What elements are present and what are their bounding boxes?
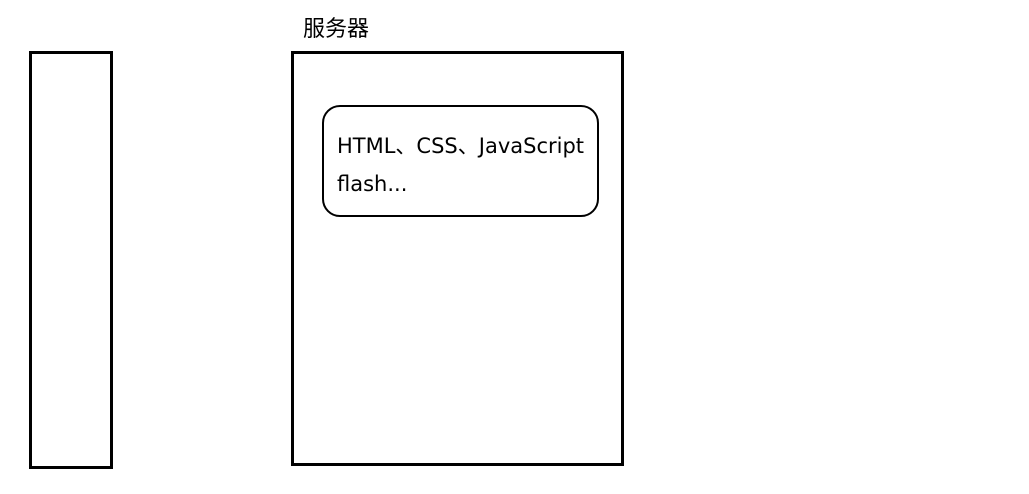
content-line-flash: flash...: [337, 172, 408, 196]
server-label: 服务器: [303, 17, 370, 42]
content-line-technologies: HTML、CSS、JavaScript: [337, 134, 585, 158]
server-content-box: HTML、CSS、JavaScript flash...: [322, 105, 599, 217]
client-box: [29, 51, 113, 469]
